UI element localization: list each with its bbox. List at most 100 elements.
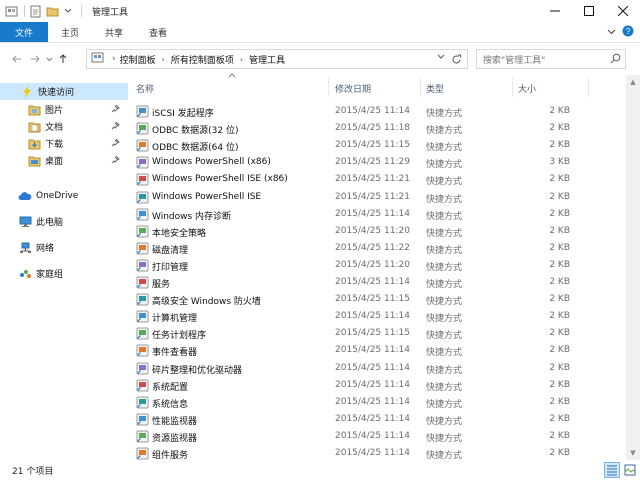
file-size: 2 KB: [549, 277, 570, 287]
table-row[interactable]: 资源监视器 2015/4/25 11:14 快捷方式 2 KB: [128, 428, 588, 445]
nav-item-label: 家庭组: [36, 270, 64, 280]
chevron-right-icon[interactable]: ›: [240, 55, 243, 64]
scroll-up-button[interactable]: ▲: [626, 75, 640, 89]
tab-view[interactable]: 查看: [136, 22, 180, 42]
file-size: 2 KB: [549, 225, 570, 236]
chevron-down-icon[interactable]: [61, 4, 75, 18]
properties-icon[interactable]: [29, 4, 43, 18]
close-button[interactable]: [606, 0, 640, 22]
shortcut-icon: [136, 413, 149, 426]
tab-share[interactable]: 共享: [92, 22, 136, 42]
table-row[interactable]: 计算机管理 2015/4/25 11:14 快捷方式 2 KB: [128, 308, 588, 325]
maximize-button[interactable]: [572, 0, 606, 22]
search-icon[interactable]: [610, 53, 621, 67]
table-row[interactable]: 本地安全策略 2015/4/25 11:20 快捷方式 2 KB: [128, 223, 588, 240]
file-type: 快捷方式: [426, 228, 463, 239]
address-bar[interactable]: › 控制面板 › 所有控制面板项 › 管理工具: [86, 49, 468, 69]
table-row[interactable]: Windows PowerShell (x86) 2015/4/25 11:29 快…: [128, 154, 588, 171]
toolbar-divider: [24, 5, 25, 17]
search-input[interactable]: 搜索"管理工具": [476, 49, 626, 69]
minimize-button[interactable]: [538, 0, 572, 22]
nav-item-homegroup[interactable]: 家庭组: [0, 265, 128, 282]
nav-item-this-pc[interactable]: 此电脑: [0, 213, 128, 230]
forward-button[interactable]: [26, 49, 44, 69]
back-button[interactable]: [8, 49, 26, 69]
chevron-down-icon[interactable]: [607, 27, 616, 39]
breadcrumb-admin-tools[interactable]: 管理工具: [249, 53, 285, 66]
column-divider[interactable]: [328, 77, 329, 97]
table-row[interactable]: 性能监视器 2015/4/25 11:14 快捷方式 2 KB: [128, 411, 588, 428]
shortcut-icon: [136, 447, 149, 460]
file-name: Windows 内存诊断: [152, 211, 232, 222]
new-folder-icon[interactable]: [45, 4, 59, 18]
breadcrumb-control-panel[interactable]: 控制面板: [120, 53, 156, 66]
window-icon[interactable]: [4, 4, 18, 18]
chevron-right-icon[interactable]: ›: [162, 55, 165, 64]
column-divider[interactable]: [420, 77, 421, 97]
file-type: 快捷方式: [426, 433, 463, 444]
nav-item-downloads[interactable]: 下载: [0, 135, 128, 152]
nav-item-quick-access[interactable]: 快速访问: [0, 83, 128, 100]
table-row[interactable]: 碎片整理和优化驱动器 2015/4/25 11:14 快捷方式 2 KB: [128, 360, 588, 377]
shortcut-icon: [136, 105, 149, 118]
chevron-right-icon[interactable]: ›: [112, 54, 116, 64]
column-header-name[interactable]: 名称: [136, 82, 154, 95]
column-header-size[interactable]: 大小: [518, 82, 536, 95]
column-header-date[interactable]: 修改日期: [335, 82, 371, 95]
table-row[interactable]: 服务 2015/4/25 11:14 快捷方式 2 KB: [128, 274, 588, 291]
recent-locations-button[interactable]: [44, 49, 54, 69]
refresh-button[interactable]: [449, 52, 463, 66]
file-type: 快捷方式: [426, 126, 463, 137]
shortcut-icon: [136, 430, 149, 443]
table-row[interactable]: ODBC 数据源(64 位) 2015/4/25 11:15 快捷方式 2 KB: [128, 137, 588, 154]
sort-ascending-icon: [228, 71, 236, 80]
table-row[interactable]: Windows PowerShell ISE (x86) 2015/4/25 11…: [128, 171, 588, 188]
nav-item-label: 快速访问: [38, 88, 75, 98]
table-row[interactable]: 系统信息 2015/4/25 11:14 快捷方式 2 KB: [128, 394, 588, 411]
table-row[interactable]: 磁盘清理 2015/4/25 11:22 快捷方式 2 KB: [128, 240, 588, 257]
scroll-down-button[interactable]: ▼: [626, 446, 640, 460]
up-button[interactable]: [54, 49, 72, 69]
table-row[interactable]: Windows 内存诊断 2015/4/25 11:14 快捷方式 2 KB: [128, 206, 588, 223]
file-date: 2015/4/25 11:14: [335, 448, 410, 458]
nav-item-onedrive[interactable]: OneDrive: [0, 187, 128, 204]
table-row[interactable]: 任务计划程序 2015/4/25 11:15 快捷方式 2 KB: [128, 325, 588, 342]
address-dropdown-button[interactable]: [437, 53, 445, 63]
breadcrumb-all-items[interactable]: 所有控制面板项: [171, 53, 234, 66]
ribbon-tabs: 文件 主页 共享 查看 ?: [0, 22, 640, 43]
column-header-type[interactable]: 类型: [426, 82, 444, 95]
nav-item-network[interactable]: 网络: [0, 239, 128, 256]
pin-icon[interactable]: [111, 104, 120, 116]
details-view-button[interactable]: [604, 462, 620, 478]
file-name: 系统配置: [152, 382, 189, 393]
file-name: Windows PowerShell (x86): [152, 157, 271, 168]
file-type: 快捷方式: [426, 194, 463, 205]
table-row[interactable]: 系统配置 2015/4/25 11:14 快捷方式 2 KB: [128, 377, 588, 394]
shortcut-icon: [136, 396, 149, 409]
file-type: 快捷方式: [426, 314, 463, 325]
file-date: 2015/4/25 11:14: [335, 277, 410, 287]
file-size: 2 KB: [549, 396, 570, 407]
column-divider[interactable]: [512, 77, 513, 97]
nav-item-pictures[interactable]: 图片: [0, 101, 128, 118]
table-row[interactable]: 事件查看器 2015/4/25 11:14 快捷方式 2 KB: [128, 342, 588, 359]
pin-icon[interactable]: [111, 155, 120, 167]
table-row[interactable]: iSCSI 发起程序 2015/4/25 11:14 快捷方式 2 KB: [128, 103, 588, 120]
table-row[interactable]: 高级安全 Windows 防火墙 2015/4/25 11:15 快捷方式 2 KB: [128, 291, 588, 308]
table-row[interactable]: Windows PowerShell ISE 2015/4/25 11:21 快捷方…: [128, 189, 588, 206]
nav-item-documents[interactable]: 文档: [0, 118, 128, 135]
column-divider[interactable]: [588, 77, 589, 97]
file-name: 碎片整理和优化驱动器: [152, 365, 243, 376]
tab-file[interactable]: 文件: [0, 22, 49, 42]
vertical-scrollbar[interactable]: ▲ ▼: [626, 75, 640, 460]
tab-home[interactable]: 主页: [48, 22, 92, 42]
pin-icon[interactable]: [111, 121, 120, 133]
cloud-icon: [18, 189, 32, 203]
help-icon[interactable]: ?: [622, 25, 634, 40]
large-icons-view-button[interactable]: [622, 462, 638, 478]
table-row[interactable]: ODBC 数据源(32 位) 2015/4/25 11:18 快捷方式 2 KB: [128, 120, 588, 137]
table-row[interactable]: 打印管理 2015/4/25 11:20 快捷方式 2 KB: [128, 257, 588, 274]
pin-icon[interactable]: [111, 138, 120, 150]
nav-item-desktop[interactable]: 桌面: [0, 152, 128, 169]
shortcut-icon: [136, 362, 149, 374]
